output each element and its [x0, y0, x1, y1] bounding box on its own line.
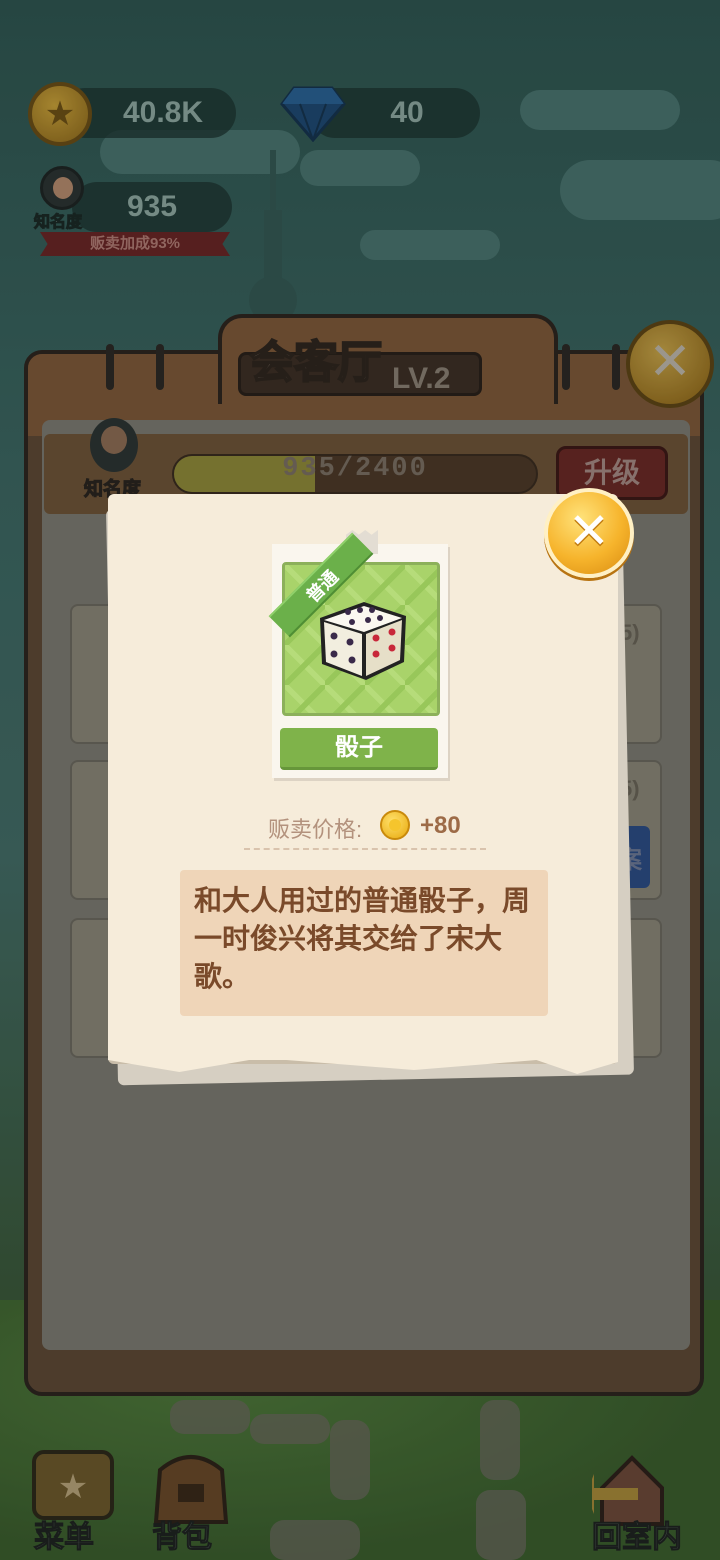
- dice-icon: [320, 602, 406, 680]
- close-popup-button[interactable]: [544, 488, 634, 578]
- item-description: 和大人用过的普通骰子，周一时俊兴将其交给了宋大歌。: [180, 870, 548, 1016]
- item-name: 骰子: [280, 728, 438, 770]
- divider: [244, 848, 486, 850]
- price-value: +80: [420, 812, 461, 839]
- coin-icon: [380, 810, 410, 840]
- price-label: 贩卖价格:: [268, 817, 363, 842]
